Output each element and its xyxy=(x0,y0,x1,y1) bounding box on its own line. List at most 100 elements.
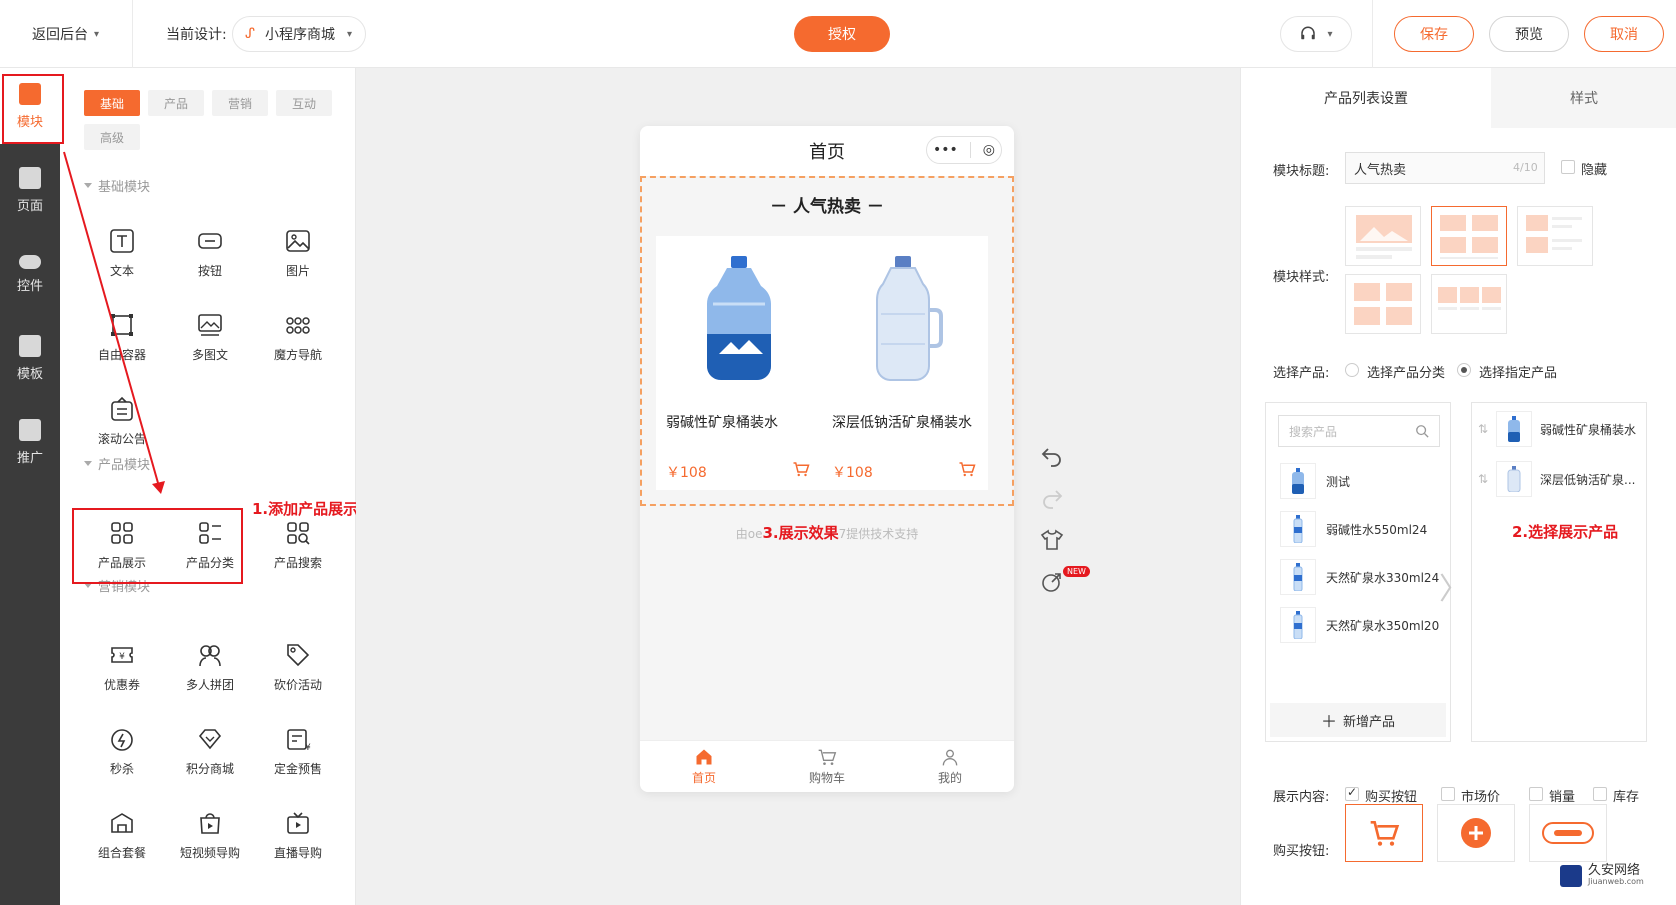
grid-dots-icon xyxy=(286,316,310,334)
product-option[interactable]: 弱碱性水550ml24 xyxy=(1280,509,1450,549)
style-option-double[interactable] xyxy=(1431,206,1507,266)
module-label: 多图文 xyxy=(191,347,228,362)
checkbox-sales[interactable] xyxy=(1529,787,1543,801)
notice-icon xyxy=(111,396,133,421)
hide-checkbox[interactable] xyxy=(1561,160,1575,174)
more-icon[interactable]: ••• xyxy=(933,142,958,158)
chevron-right-icon: 〉 xyxy=(1439,572,1469,607)
module-free-container[interactable]: 自由容器 xyxy=(84,300,160,374)
module-image[interactable]: 图片 xyxy=(260,216,336,290)
svg-text:¥: ¥ xyxy=(119,652,125,662)
undo-icon[interactable] xyxy=(1040,444,1064,468)
rail-item-templates[interactable]: 模板 xyxy=(0,320,60,396)
module-flash-sale[interactable]: 秒杀 xyxy=(84,714,160,788)
tab-basic[interactable]: 基础 xyxy=(84,90,140,116)
target-icon[interactable]: ◎ xyxy=(983,142,995,158)
product-option-label: 弱碱性水550ml24 xyxy=(1326,522,1428,537)
tabbar-mine[interactable]: 我的 xyxy=(910,747,990,786)
buy-button-style-plus[interactable] xyxy=(1437,804,1515,862)
drag-handle-icon[interactable]: ⇅ xyxy=(1478,472,1488,486)
section-title-basic[interactable]: 基础模块 xyxy=(84,176,150,195)
module-combo[interactable]: 组合套餐 xyxy=(84,798,160,872)
tab-product[interactable]: 产品 xyxy=(148,90,204,116)
product-card[interactable]: 弱碱性矿泉桶装水 ￥108 xyxy=(656,236,822,490)
product-option[interactable]: 天然矿泉水350ml20 xyxy=(1280,605,1450,645)
tabbar-home[interactable]: 首页 xyxy=(664,747,744,786)
style-option-list[interactable] xyxy=(1517,206,1593,266)
product-card[interactable]: 深层低钠活矿泉桶装水 ￥108 xyxy=(822,236,988,490)
shirt-icon[interactable] xyxy=(1040,528,1064,552)
watermark-url: Jiuanweb.com xyxy=(1588,877,1644,887)
module-text[interactable]: 文本 xyxy=(84,216,160,290)
product-option[interactable]: 测试 xyxy=(1280,461,1450,501)
tabbar-cart[interactable]: 购物车 xyxy=(787,747,867,786)
selected-product-list: ⇅ 弱碱性矿泉桶装水 ⇅ 深层低钠活矿泉... 2.选择展示产品 xyxy=(1471,402,1647,742)
miniprogram-capsule[interactable]: ••• ◎ xyxy=(926,136,1002,164)
module-deposit-presale[interactable]: ¥ 定金预售 xyxy=(260,714,336,788)
style-option-grid[interactable] xyxy=(1345,274,1421,334)
module-coupon[interactable]: ¥ 优惠券 xyxy=(84,630,160,704)
authorize-button[interactable]: 授权 xyxy=(794,16,890,52)
cancel-button[interactable]: 取消 xyxy=(1584,16,1664,52)
add-product-button[interactable]: ＋ 新增产品 xyxy=(1270,703,1446,737)
module-points-mall[interactable]: 积分商城 xyxy=(172,714,248,788)
module-product-search[interactable]: 产品搜索 xyxy=(260,508,336,582)
svg-text:¥: ¥ xyxy=(305,743,311,752)
product-option[interactable]: 天然矿泉水330ml24 xyxy=(1280,557,1450,597)
save-button[interactable]: 保存 xyxy=(1394,16,1474,52)
selected-product[interactable]: ⇅ 深层低钠活矿泉... xyxy=(1478,459,1648,499)
divider xyxy=(132,0,133,68)
module-panel: 基础 产品 营销 互动 高级 基础模块 文本 按钮 图片 自由容器 多图文 魔方… xyxy=(60,68,356,905)
back-to-admin-button[interactable]: 返回后台 ▾ xyxy=(32,24,99,44)
search-icon[interactable] xyxy=(1415,424,1429,438)
cart-icon[interactable] xyxy=(792,460,810,478)
rail-item-pages[interactable]: 页面 xyxy=(0,152,60,228)
checkbox-buy-button[interactable] xyxy=(1345,785,1359,801)
checkbox-market-price[interactable] xyxy=(1441,787,1455,801)
display-content-label: 展示内容: xyxy=(1273,790,1330,805)
module-cube-nav[interactable]: 魔方导航 xyxy=(260,300,336,374)
new-badge: NEW xyxy=(1063,566,1090,577)
search-input[interactable]: 搜索产品 xyxy=(1278,415,1440,447)
module-group-buy[interactable]: 多人拼团 xyxy=(172,630,248,704)
section-title-product[interactable]: 产品模块 xyxy=(84,454,150,473)
selected-product-label: 深层低钠活矿泉... xyxy=(1540,472,1636,487)
selected-product[interactable]: ⇅ 弱碱性矿泉桶装水 xyxy=(1478,409,1648,449)
megaphone-icon xyxy=(19,418,41,441)
template-icon xyxy=(19,334,41,357)
share-icon[interactable] xyxy=(1040,570,1064,594)
tab-product-list-settings[interactable]: 产品列表设置 xyxy=(1241,68,1491,128)
buy-button-style-pill[interactable] xyxy=(1529,804,1607,862)
product-name: 深层低钠活矿泉桶装水 xyxy=(832,415,972,431)
style-option-triple[interactable] xyxy=(1431,274,1507,334)
design-select[interactable]: ᔑ 小程序商城 ▾ xyxy=(232,16,366,52)
tab-interaction[interactable]: 互动 xyxy=(276,90,332,116)
rail-item-promotion[interactable]: 推广 xyxy=(0,404,60,480)
module-bargain[interactable]: 砍价活动 xyxy=(260,630,336,704)
module-multi-image-text[interactable]: 多图文 xyxy=(172,300,248,374)
module-short-video[interactable]: 短视频导购 xyxy=(172,798,248,872)
tab-advanced[interactable]: 高级 xyxy=(84,124,140,150)
product-price: ￥108 xyxy=(832,465,873,481)
radio-category[interactable] xyxy=(1345,363,1359,377)
redo-icon[interactable] xyxy=(1040,486,1064,510)
cart-icon[interactable] xyxy=(958,460,976,478)
package-icon xyxy=(111,812,133,833)
radio-specific[interactable] xyxy=(1457,363,1471,377)
module-live-stream[interactable]: 直播导购 xyxy=(260,798,336,872)
tab-marketing[interactable]: 营销 xyxy=(212,90,268,116)
module-button[interactable]: 按钮 xyxy=(172,216,248,290)
search-placeholder: 搜索产品 xyxy=(1289,424,1338,439)
module-scroll-notice[interactable]: 滚动公告 xyxy=(84,384,160,458)
rail-item-controls[interactable]: 控件 xyxy=(0,236,60,312)
radio-specific-label: 选择指定产品 xyxy=(1479,366,1558,381)
drag-handle-icon[interactable]: ⇅ xyxy=(1478,422,1488,436)
product-display-module[interactable]: － 人气热卖 － 弱碱性矿泉桶装水 ￥108 深层低钠活矿泉桶装水 ￥108 xyxy=(640,176,1014,506)
water-bottle-icon xyxy=(707,256,771,380)
style-option-single[interactable] xyxy=(1345,206,1421,266)
checkbox-stock[interactable] xyxy=(1593,787,1607,801)
tab-style[interactable]: 样式 xyxy=(1491,68,1676,128)
buy-button-style-cart[interactable] xyxy=(1345,804,1423,862)
customer-service-button[interactable]: ▾ xyxy=(1280,16,1352,52)
preview-button[interactable]: 预览 xyxy=(1489,16,1569,52)
